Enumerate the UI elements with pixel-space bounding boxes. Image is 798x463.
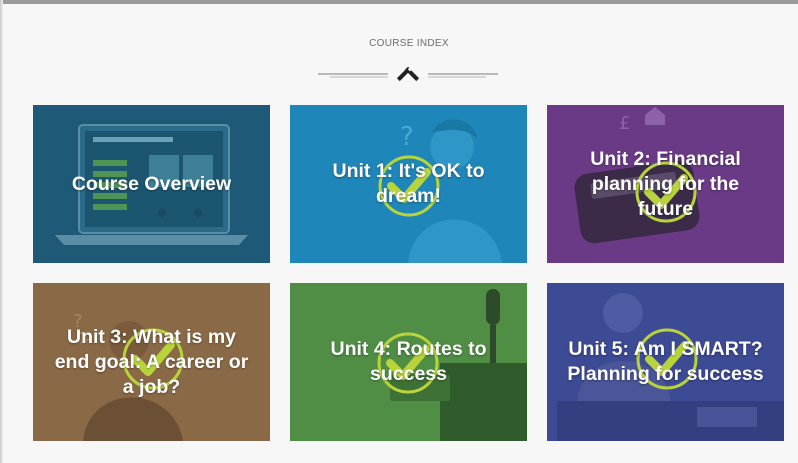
pencil-ruler-icon [396, 66, 420, 82]
card-course-overview[interactable]: Course Overview [33, 105, 270, 263]
page-title: COURSE INDEX [369, 38, 449, 49]
card-unit-1[interactable]: ? Unit 1: It's OK to dream! [290, 105, 527, 263]
window-top-border [0, 0, 798, 4]
card-title: Unit 3: What is my end goal: A career or… [54, 325, 249, 398]
course-grid: Course Overview ? Unit 1: It's OK to dre… [33, 105, 784, 441]
card-title: Unit 1: It's OK to dream! [332, 160, 485, 207]
card-unit-2[interactable]: £ Unit 2: Financial planning for the fut… [547, 105, 784, 263]
card-unit-5[interactable]: Unit 5: Am I SMART? Planning for success [547, 283, 784, 441]
window-left-border [0, 0, 3, 463]
header-divider [318, 66, 498, 82]
card-title: Course Overview [71, 172, 232, 195]
card-title: Unit 5: Am I SMART? Planning for success [567, 338, 764, 385]
card-unit-4[interactable]: Unit 4: Routes to success [290, 283, 527, 441]
card-title: Unit 2: Financial planning for the futur… [590, 147, 741, 220]
card-unit-3[interactable]: ? Unit 3: What is my end goal: A career … [33, 283, 270, 441]
card-title: Unit 4: Routes to success [330, 338, 487, 385]
